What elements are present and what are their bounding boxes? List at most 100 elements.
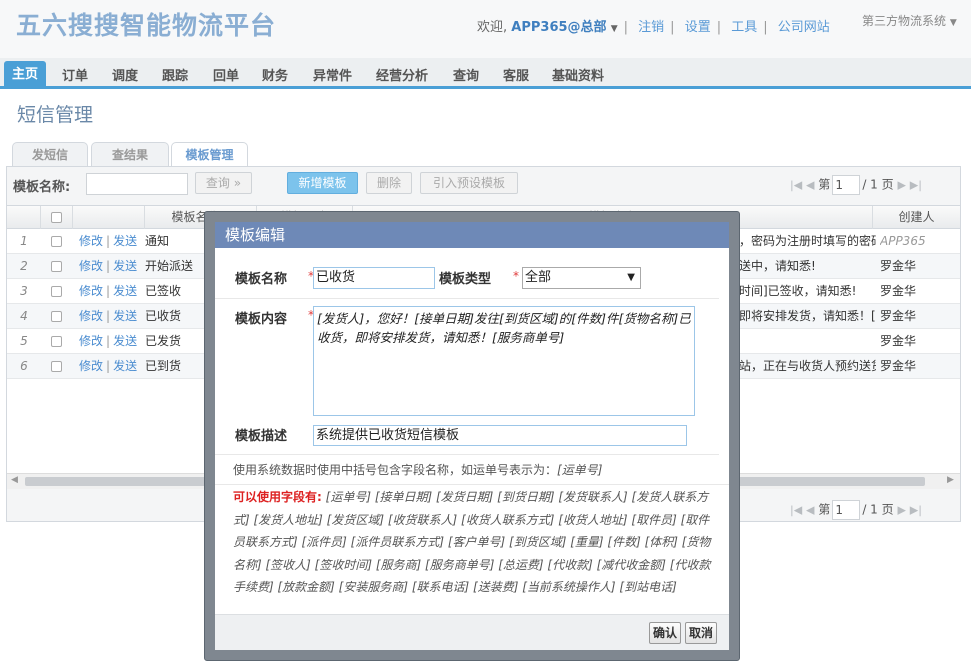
tab-send-sms[interactable]: 发短信 [12, 142, 88, 167]
row-checkbox[interactable] [51, 311, 62, 322]
tab-results[interactable]: 查结果 [91, 142, 169, 167]
row-creator: APP365 [880, 234, 926, 248]
dialog-title[interactable]: 模板编辑 [215, 222, 729, 248]
pager-bottom: |◀ ◀ 第 1/ 1 页 ▶ ▶| [790, 500, 922, 520]
next-page-icon[interactable]: ▶ [897, 179, 905, 192]
company-site-link[interactable]: 公司网站 [778, 20, 830, 35]
confirm-button[interactable]: 确认 [649, 622, 681, 644]
edit-link[interactable]: 修改 [79, 234, 103, 248]
row-creator: 罗金华 [880, 359, 917, 373]
welcome-text: 欢迎, [477, 20, 508, 35]
import-preset-button[interactable]: 引入预设模板 [420, 172, 518, 194]
row-checkbox[interactable] [51, 286, 62, 297]
select-all-checkbox[interactable] [51, 212, 62, 223]
row-content: 站，正在与收货人预约送货 [739, 359, 876, 373]
top-links: 欢迎, APP365@总部 ▼ | 注销 | 设置 | 工具 | 公司网站 [477, 20, 830, 35]
row-checkbox[interactable] [51, 336, 62, 347]
template-name-input[interactable] [86, 173, 188, 195]
next-page-icon[interactable]: ▶ [897, 504, 905, 517]
type-label: 模板类型 [439, 272, 492, 287]
template-name-label: 模板名称: [13, 180, 71, 195]
prev-page-icon[interactable]: ◀ [806, 504, 814, 517]
menu-finance[interactable]: 财务 [262, 65, 288, 84]
toolbar: 模板名称: 查询 » 新增模板 删除 引入预设模板 |◀ ◀ 第 1/ 1 页 ▶… [7, 167, 960, 203]
row-number: 1 [20, 234, 28, 248]
page-input[interactable]: 1 [832, 175, 861, 195]
row-checkbox[interactable] [51, 236, 62, 247]
send-link[interactable]: 发送 [113, 359, 137, 373]
row-template-name: 已签收 [145, 284, 182, 298]
menu-basic-data[interactable]: 基础资料 [552, 65, 604, 84]
edit-link[interactable]: 修改 [79, 284, 103, 298]
logout-link[interactable]: 注销 [638, 20, 664, 35]
row-content: 时间]已签收，请知悉! [739, 284, 857, 298]
page-input[interactable]: 1 [832, 500, 861, 520]
scroll-right-icon[interactable]: ▶ [947, 475, 954, 485]
pager-suffix: / 1 页 [862, 177, 894, 192]
menu-service[interactable]: 客服 [503, 65, 529, 84]
menu-dispatch[interactable]: 调度 [112, 65, 138, 84]
scroll-left-icon[interactable]: ◀ [11, 475, 18, 485]
edit-link[interactable]: 修改 [79, 334, 103, 348]
cancel-button[interactable]: 取消 [685, 622, 717, 644]
desc-label: 模板描述 [235, 429, 288, 444]
name-label: 模板名称 [235, 272, 288, 287]
send-link[interactable]: 发送 [113, 309, 137, 323]
user-menu[interactable]: APP365@总部 [511, 20, 606, 35]
available-fields-label: 可以使用字段有: [233, 490, 322, 504]
main-menu: 主页 订单 调度 跟踪 回单 财务 异常件 经营分析 查询 客服 基础资料 [0, 58, 971, 89]
menu-analysis[interactable]: 经营分析 [376, 65, 428, 84]
header-creator[interactable]: 创建人 [873, 206, 960, 229]
row-content [739, 329, 876, 354]
row-template-name: 已发货 [145, 334, 182, 348]
system-select[interactable]: 第三方物流系统 ▼ [862, 12, 957, 29]
pager-prefix: 第 [818, 177, 831, 192]
template-content-textarea[interactable]: [发货人]，您好！[接单日期]发往[到货区域]的[件数]件[货物名称]已收货，即… [313, 306, 695, 416]
send-link[interactable]: 发送 [113, 259, 137, 273]
prev-page-icon[interactable]: ◀ [806, 179, 814, 192]
last-page-icon[interactable]: ▶| [910, 179, 922, 192]
menu-query[interactable]: 查询 [453, 65, 479, 84]
send-link[interactable]: 发送 [113, 234, 137, 248]
dialog-footer: 确认 取消 [215, 614, 729, 650]
row-number: 3 [20, 284, 28, 298]
first-page-icon[interactable]: |◀ [790, 504, 802, 517]
settings-link[interactable]: 设置 [685, 20, 711, 35]
query-button[interactable]: 查询 » [195, 172, 252, 194]
edit-link[interactable]: 修改 [79, 259, 103, 273]
template-name-field[interactable]: 已收货 [313, 267, 435, 289]
menu-orders[interactable]: 订单 [62, 65, 88, 84]
menu-home[interactable]: 主页 [4, 61, 46, 89]
menu-exceptions[interactable]: 异常件 [313, 65, 352, 84]
edit-link[interactable]: 修改 [79, 309, 103, 323]
usage-hint: 使用系统数据时使用中括号包含字段名称，如运单号表示为：[运单号] [233, 461, 602, 478]
send-link[interactable]: 发送 [113, 334, 137, 348]
template-edit-dialog: 模板编辑 模板名称 * 已收货 模板类型 * 全部 ▼ 模板内容 * [发货人]… [204, 211, 740, 661]
first-page-icon[interactable]: |◀ [790, 179, 802, 192]
content-label: 模板内容 [235, 312, 288, 327]
pager-top: |◀ ◀ 第 1/ 1 页 ▶ ▶| [790, 175, 922, 195]
row-checkbox[interactable] [51, 361, 62, 372]
header-rownum [7, 206, 41, 229]
row-actions: 修改 | 发送 [79, 309, 138, 323]
last-page-icon[interactable]: ▶| [910, 504, 922, 517]
menu-tracking[interactable]: 跟踪 [162, 65, 188, 84]
tab-templates[interactable]: 模板管理 [171, 142, 248, 168]
row-content: 即将安排发货，请知悉！[用 [739, 309, 876, 323]
send-link[interactable]: 发送 [113, 284, 137, 298]
row-content: ，密码为注册时填写的密码。 [739, 234, 876, 248]
row-creator: 罗金华 [880, 309, 917, 323]
edit-link[interactable]: 修改 [79, 359, 103, 373]
template-desc-field[interactable]: 系统提供已收货短信模板 [313, 425, 687, 446]
row-template-name: 已收货 [145, 309, 182, 323]
chevron-down-icon[interactable]: ▼ [611, 24, 618, 34]
template-type-select[interactable]: 全部 ▼ [522, 267, 641, 289]
add-template-button[interactable]: 新增模板 [287, 172, 358, 194]
menu-receipt[interactable]: 回单 [213, 65, 239, 84]
row-checkbox[interactable] [51, 261, 62, 272]
delete-button[interactable]: 删除 [366, 172, 412, 194]
row-content: 送中，请知悉! [739, 259, 816, 273]
row-template-name: 通知 [145, 234, 170, 248]
usage-hint-example: [运单号] [557, 463, 603, 477]
tools-link[interactable]: 工具 [731, 20, 757, 35]
